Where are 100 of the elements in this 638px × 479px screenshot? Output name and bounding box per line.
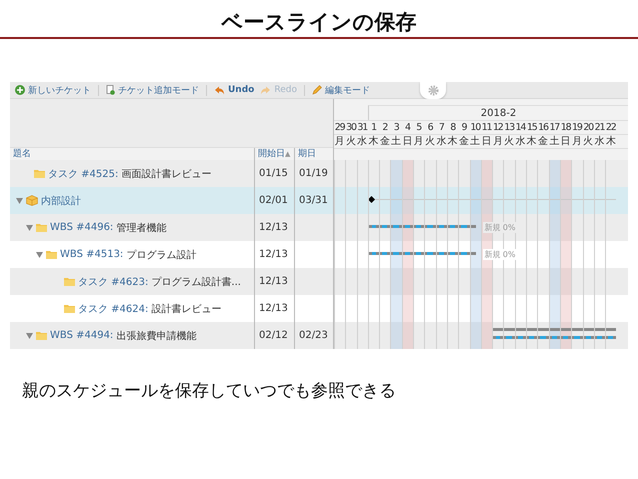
weekday-label: 金	[458, 135, 470, 148]
slide-title: ベースラインの保存	[220, 9, 418, 30]
weekday-label: 水	[514, 135, 526, 148]
day-cell	[402, 160, 414, 187]
settings-icon	[428, 85, 438, 96]
day-number: 21	[594, 121, 606, 134]
expand-triangle-icon[interactable]	[26, 332, 33, 338]
start-date: 12/13	[259, 222, 288, 233]
day-number: 19	[571, 121, 583, 134]
day-cell	[470, 295, 481, 322]
document-plus-icon	[106, 85, 115, 95]
day-cell	[470, 268, 481, 295]
day-cell	[560, 295, 572, 322]
day-number: 20	[582, 121, 594, 134]
weekday-label: 日	[480, 135, 492, 148]
weekday-label: 土	[470, 135, 481, 148]
expand-triangle-icon[interactable]	[36, 252, 43, 258]
issue-link[interactable]: タスク #4623:	[78, 274, 148, 288]
table-row[interactable]: 内部設計 02/01 03/31	[10, 187, 333, 214]
table-row[interactable]: WBS #4496: 管理者機能 12/13	[10, 214, 333, 241]
start-date: 02/01	[259, 195, 288, 206]
settings-tab[interactable]	[420, 82, 446, 99]
weekday-label: 土	[390, 135, 402, 148]
issue-link[interactable]: タスク #4624:	[78, 302, 148, 316]
project-link[interactable]: 内部設計	[41, 194, 81, 208]
day-number: 30	[345, 121, 357, 134]
column-header[interactable]: 題名	[10, 148, 254, 160]
issue-subject: 管理者機能	[116, 222, 166, 234]
issue-link[interactable]: WBS #4513:	[60, 249, 124, 260]
issue-link[interactable]: タスク #4525:	[48, 166, 118, 180]
weekday-label: 水	[436, 135, 447, 148]
issue-subject: 出張旅費申請機能	[116, 330, 196, 342]
day-number: 8	[449, 121, 457, 134]
toolbar-button[interactable]: 編集モード	[310, 83, 372, 97]
day-number: 11	[481, 121, 492, 134]
start-date: 12/13	[259, 249, 288, 260]
toolbar-button[interactable]: 新しいチケット	[13, 83, 93, 97]
weekday-label: 火	[582, 135, 594, 148]
day-number: 5	[415, 121, 422, 134]
weekday-label: 月	[334, 135, 346, 148]
weekday-label: 月	[492, 135, 504, 148]
weekday-label: 火	[503, 135, 515, 148]
table-row[interactable]: WBS #4494: 出張旅費申請機能 02/12 02/23	[10, 322, 333, 349]
day-number: 10	[470, 121, 481, 134]
issue-subject: 設計書レビュー	[151, 302, 222, 316]
day-number: 29	[334, 121, 346, 134]
issue-link[interactable]: WBS #4496:	[50, 222, 114, 233]
due-date: 02/23	[299, 330, 328, 341]
start-date: 02/12	[259, 330, 288, 341]
slide-caption: 親のスケジュールを保存していつでも参照できる	[22, 380, 397, 402]
weekday-label: 土	[548, 135, 560, 148]
day-number: 1	[370, 121, 378, 134]
issue-link[interactable]: WBS #4494:	[50, 330, 114, 341]
day-number: 18	[560, 121, 572, 134]
day-number: 6	[426, 121, 434, 134]
start-date: 12/13	[259, 276, 288, 287]
folder-icon	[34, 169, 45, 178]
weekday-label: 日	[560, 135, 572, 148]
folder-icon	[64, 277, 75, 286]
day-cell	[390, 268, 402, 295]
pencil-icon	[312, 85, 322, 95]
issue-subject: 画面設計書レビュー	[121, 168, 212, 180]
toolbar-button[interactable]: チケット追加モード	[104, 83, 201, 97]
day-number: 15	[526, 121, 538, 134]
day-cell	[480, 160, 492, 187]
weekday-label: 木	[605, 135, 616, 148]
bar-label: 新規 0%	[483, 249, 516, 260]
expand-triangle-icon[interactable]	[26, 224, 33, 230]
weekday-label: 木	[446, 135, 458, 148]
weekday-label: 月	[571, 135, 583, 148]
table-row[interactable]: タスク #4623: プログラム設計書... 12/13	[10, 268, 333, 295]
day-number: 9	[460, 121, 468, 134]
toolbar-button[interactable]: Undo	[212, 83, 256, 97]
start-date: 12/13	[259, 303, 288, 314]
day-number: 13	[503, 121, 515, 134]
plus-icon	[15, 85, 25, 95]
due-date: 03/31	[299, 195, 328, 206]
day-cell	[560, 160, 572, 187]
day-number: 17	[548, 121, 560, 134]
weekday-label: 木	[526, 135, 538, 148]
day-cell	[480, 295, 492, 322]
folder-icon	[36, 223, 47, 232]
table-row[interactable]: タスク #4525: 画面設計書レビュー 01/15 01/19	[10, 160, 333, 187]
weekday-label: 水	[594, 135, 606, 148]
expand-triangle-icon[interactable]	[16, 198, 23, 204]
day-cell	[548, 295, 560, 322]
weekday-label: 金	[537, 135, 549, 148]
day-cell	[548, 160, 560, 187]
folder-icon	[64, 304, 75, 313]
folder-icon	[36, 331, 47, 340]
day-number: 22	[605, 121, 616, 134]
day-cell	[548, 268, 560, 295]
start-date: 01/15	[259, 168, 288, 179]
month-header: 2018-2	[368, 105, 628, 120]
day-number: 14	[514, 121, 526, 134]
redo-icon	[260, 86, 272, 94]
day-number: 12	[492, 121, 504, 134]
folder-icon	[46, 250, 57, 259]
issue-subject: プログラム設計	[126, 248, 196, 262]
day-number: 7	[438, 121, 446, 134]
